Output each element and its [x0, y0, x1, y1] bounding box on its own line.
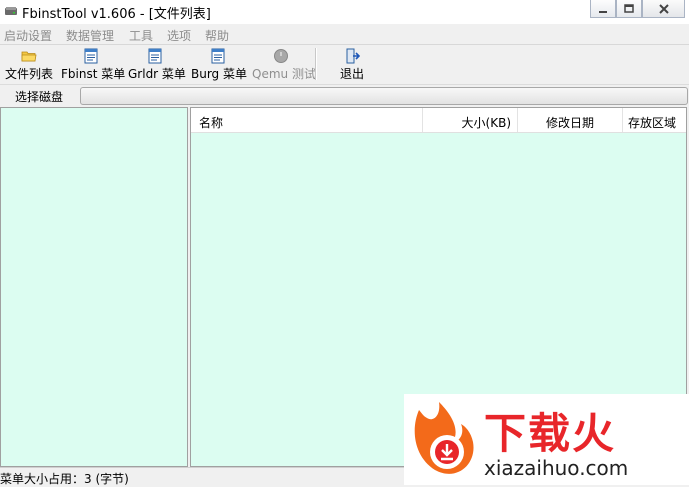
- minimize-icon: [599, 10, 607, 13]
- file-list-label: 文件列表: [4, 67, 53, 81]
- toolbar: 文件列表 Fbinst 菜单 Grldr 菜单 Burg 菜单 Qemu 测试: [0, 45, 689, 84]
- file-list-button[interactable]: 文件列表: [4, 45, 54, 84]
- grldr-menu-button[interactable]: Grldr 菜单: [128, 45, 186, 84]
- maximize-button[interactable]: [616, 0, 642, 18]
- disk-select-bar: 选择磁盘: [0, 84, 689, 107]
- column-storage-area-label: 存放区域: [628, 116, 677, 130]
- document-icon: [148, 48, 162, 64]
- watermark-text-en: xiazaihuo.com: [484, 456, 629, 480]
- disk-select-dropdown[interactable]: [80, 87, 688, 105]
- fbinst-menu-label: Fbinst 菜单: [61, 67, 126, 81]
- menu-data-management[interactable]: 数据管理: [66, 27, 114, 44]
- column-size-label: 大小(KB): [461, 116, 511, 130]
- burg-menu-button[interactable]: Burg 菜单: [191, 45, 247, 84]
- document-icon: [211, 48, 225, 64]
- qemu-test-label: Qemu 测试: [252, 67, 316, 81]
- exit-label: 退出: [339, 67, 364, 81]
- column-modified-date[interactable]: 修改日期: [518, 108, 623, 132]
- flame-logo-icon: [414, 402, 474, 474]
- file-list-header: 名称 大小(KB) 修改日期 存放区域: [191, 108, 686, 133]
- burg-menu-label: Burg 菜单: [191, 67, 247, 81]
- maximize-icon: [624, 3, 634, 13]
- menu-help[interactable]: 帮助: [205, 27, 229, 44]
- watermark-text-cn: 下载火: [484, 409, 617, 458]
- close-icon: [658, 3, 669, 14]
- column-storage-area[interactable]: 存放区域: [623, 108, 686, 132]
- status-text: 菜单大小占用：3 (字节): [0, 472, 129, 486]
- menu-boot-settings[interactable]: 启动设置: [4, 27, 52, 44]
- exit-icon: [346, 48, 360, 64]
- window-controls: [590, 0, 685, 18]
- circle-icon: [274, 49, 288, 63]
- column-modified-date-label: 修改日期: [545, 116, 594, 130]
- exit-button[interactable]: 退出: [334, 45, 370, 84]
- grldr-menu-label: Grldr 菜单: [128, 67, 186, 81]
- minimize-button[interactable]: [590, 0, 616, 18]
- window-title: FbinstTool v1.606 - [文件列表]: [22, 7, 211, 22]
- qemu-test-button[interactable]: Qemu 测试: [252, 45, 316, 84]
- disk-select-label: 选择磁盘: [15, 90, 64, 104]
- document-icon: [84, 48, 98, 64]
- menu-options[interactable]: 选项: [167, 27, 191, 44]
- fbinst-menu-button[interactable]: Fbinst 菜单: [61, 45, 126, 84]
- column-name-label: 名称: [199, 116, 224, 130]
- drive-icon: [5, 7, 17, 15]
- menu-tools[interactable]: 工具: [129, 27, 153, 44]
- column-size[interactable]: 大小(KB): [423, 108, 518, 132]
- tree-pane[interactable]: [0, 107, 188, 467]
- watermark: 下载火 xiazaihuo.com: [404, 394, 689, 485]
- column-name[interactable]: 名称: [191, 108, 423, 132]
- toolbar-separator: [315, 48, 317, 80]
- menu-bar: 启动设置 数据管理 工具 选项 帮助: [0, 24, 689, 45]
- title-bar: FbinstTool v1.606 - [文件列表]: [0, 0, 689, 24]
- close-button[interactable]: [642, 0, 685, 18]
- folder-icon: [21, 51, 37, 62]
